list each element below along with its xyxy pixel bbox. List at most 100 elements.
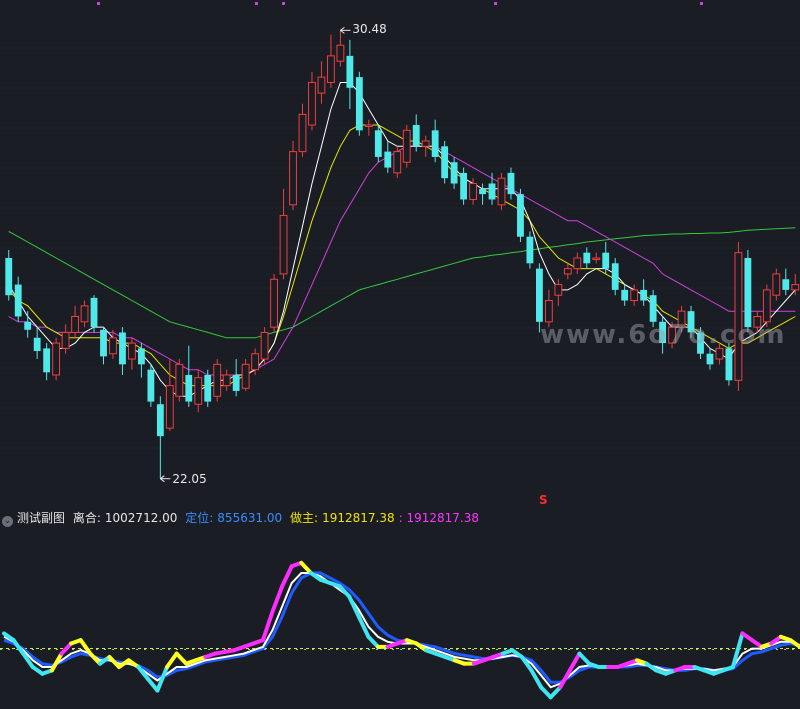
candle <box>241 359 250 391</box>
candle-body-down <box>346 55 354 88</box>
top-marker <box>255 2 258 5</box>
candle-body-down <box>782 279 790 290</box>
candle-body-up <box>336 44 345 62</box>
candle-body-down <box>649 295 657 322</box>
collapse-toggle-icon[interactable]: ⌄ <box>2 516 13 527</box>
candle-body-down <box>43 348 51 373</box>
candle-body-down <box>602 252 610 269</box>
candle-body-up <box>364 124 373 128</box>
candle-body-down <box>100 329 107 357</box>
candle-body-up <box>630 289 639 302</box>
candle-body-down <box>431 130 439 157</box>
osc-main-segment <box>260 609 275 643</box>
candle-body-up <box>128 342 136 360</box>
candle-body-up <box>791 284 800 291</box>
indicator-label-2: 定位: <box>185 511 214 525</box>
candle <box>327 34 335 88</box>
candle <box>100 327 107 365</box>
candle <box>289 140 297 211</box>
candle <box>194 369 203 413</box>
candle <box>621 284 629 306</box>
top-marker <box>282 2 285 5</box>
sub-chart-name[interactable]: 测试副图 <box>17 511 65 525</box>
candle <box>232 359 240 397</box>
candle <box>137 343 145 378</box>
candle <box>279 188 288 280</box>
candle-body-down <box>147 369 155 402</box>
candle-body-up <box>298 113 307 153</box>
candlestick-chart[interactable] <box>0 0 800 500</box>
candle <box>497 172 506 211</box>
candle-body-down <box>460 172 468 200</box>
candle <box>298 103 307 157</box>
candle <box>393 146 402 179</box>
candle <box>213 359 222 402</box>
candle <box>71 305 79 338</box>
candle <box>355 71 363 136</box>
candle-body-down <box>488 183 496 200</box>
candle <box>364 119 373 136</box>
candle <box>573 252 582 274</box>
candle-body-up <box>80 305 89 323</box>
candle-body-down <box>517 194 524 237</box>
candle <box>517 188 524 243</box>
candle-body-down <box>479 188 486 195</box>
top-marker <box>494 2 497 5</box>
candle-body-up <box>109 337 117 355</box>
candle-body-down <box>450 162 458 184</box>
candle <box>346 39 354 110</box>
candle <box>602 242 610 274</box>
candle <box>611 257 619 296</box>
candle-body-up <box>61 331 70 349</box>
candle <box>270 273 278 333</box>
osc-main-segment <box>788 638 800 649</box>
candle <box>488 172 496 205</box>
candle <box>431 119 439 163</box>
candle-body-up <box>734 252 743 381</box>
top-marker <box>700 2 703 5</box>
candle-body-up <box>260 331 269 360</box>
candle-body-up <box>175 363 184 397</box>
candle <box>175 359 184 402</box>
indicator-label-3: 做主: <box>290 511 319 525</box>
candle <box>640 279 648 306</box>
candle-body-up <box>308 81 316 126</box>
osc-main-segment <box>280 564 294 589</box>
candle-body-up <box>563 268 572 275</box>
candle <box>592 252 601 264</box>
candle-body-down <box>232 374 240 391</box>
candle <box>706 348 714 370</box>
candle-body-down <box>526 236 534 264</box>
candle-body-down <box>374 130 382 157</box>
candle-body-down <box>185 374 193 402</box>
osc-main-segment <box>174 651 189 666</box>
candle <box>52 337 61 381</box>
candle-body-down <box>156 404 164 437</box>
candle <box>33 327 41 360</box>
candle <box>772 268 781 301</box>
osc-main-segment <box>165 651 179 670</box>
candle <box>165 359 174 431</box>
candle-body-up <box>544 300 553 323</box>
candle-body-down <box>137 348 145 365</box>
candle <box>80 300 89 328</box>
candle-body-down <box>621 289 629 301</box>
osc-main-segment <box>299 560 313 575</box>
candle <box>563 263 572 280</box>
candle <box>308 71 316 131</box>
candle <box>317 61 326 104</box>
candle-body-down <box>611 263 619 290</box>
oscillator-chart[interactable] <box>0 528 800 708</box>
indicator-value-1: 1002712.00 <box>104 511 178 525</box>
candle <box>554 279 563 306</box>
candle <box>526 231 534 269</box>
candle-body-up <box>289 151 297 206</box>
candle-body-up <box>165 385 174 429</box>
candle-body-up <box>402 129 411 163</box>
sell-signal-marker: S <box>539 493 548 507</box>
candle-body-down <box>90 297 98 328</box>
candle-body-down <box>706 353 714 365</box>
candle <box>421 135 430 157</box>
candle-body-up <box>317 76 326 94</box>
candle-body-up <box>772 273 781 296</box>
